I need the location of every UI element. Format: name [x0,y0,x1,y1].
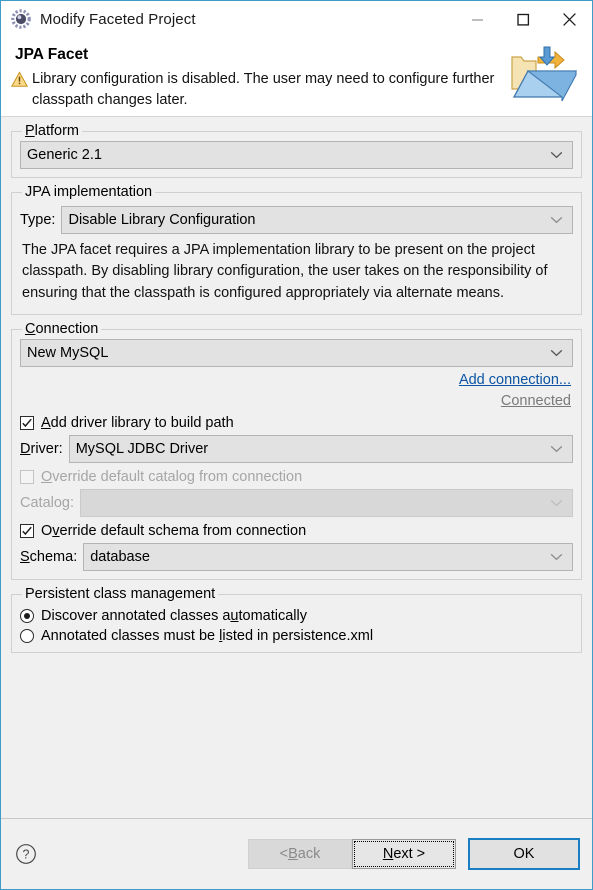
chevron-down-icon [550,495,563,511]
footer-buttons: < Back Next > OK [248,838,580,870]
faceted-project-banner-icon [506,43,580,103]
add-driver-library-checkbox[interactable] [20,416,34,431]
override-catalog-label: Override default catalog from connection [41,469,303,486]
chevron-down-icon [550,147,563,163]
override-schema-checkbox-row[interactable]: Override default schema from connection [20,523,573,539]
connection-combo[interactable]: New MySQL [20,339,573,368]
maximize-button[interactable] [500,1,546,37]
radio-discover-annotated-row[interactable]: Discover annotated classes automatically [20,608,573,624]
driver-combo[interactable]: MySQL JDBC Driver [68,435,573,464]
window-title: Modify Faceted Project [40,10,196,28]
modify-faceted-project-dialog: Modify Faceted Project JPA Facet Library… [0,0,593,890]
catalog-combo[interactable] [80,489,573,518]
jpa-implementation-group: JPA implementation Type: Disable Library… [11,184,582,316]
override-catalog-checkbox-row[interactable]: Override default catalog from connection [20,469,573,485]
jpa-type-combo[interactable]: Disable Library Configuration [61,206,573,235]
connection-combo-value: New MySQL [27,345,109,362]
jpa-type-label: Type: [20,212,56,229]
schema-row: Schema: database [20,543,573,572]
schema-combo[interactable]: database [83,543,573,572]
chevron-down-icon [550,345,563,361]
jpa-implementation-group-legend: JPA implementation [25,184,153,201]
connection-status-row: Connected [20,393,573,409]
connection-group-legend: Connection [25,321,99,338]
radio-discover-annotated-label: Discover annotated classes automatically [41,608,307,625]
add-connection-row: Add connection... [20,372,573,388]
help-question-icon[interactable]: ? [15,843,37,865]
platform-group-legend: Platform [25,123,79,140]
jpa-type-row: Type: Disable Library Configuration [20,206,573,235]
project-facets-icon [11,9,31,29]
ok-button[interactable]: OK [468,838,580,870]
catalog-row: Catalog: [20,489,573,518]
dialog-footer: ? < Back Next > OK [1,819,592,889]
dialog-body: Platform Generic 2.1 JPA implementation … [1,117,592,818]
close-button[interactable] [546,1,592,37]
override-catalog-checkbox[interactable] [20,470,34,485]
chevron-down-icon [550,212,563,228]
jpa-implementation-description: The JPA facet requires a JPA implementat… [22,242,548,301]
schema-label: Schema: [20,549,78,566]
add-driver-library-label: Add driver library to build path [41,415,234,432]
header-warning-text: Library configuration is disabled. The u… [32,71,495,108]
driver-combo-value: MySQL JDBC Driver [75,441,209,458]
override-schema-checkbox[interactable] [20,524,34,539]
minimize-button[interactable] [454,1,500,37]
driver-label: Driver: [20,441,63,458]
title-bar: Modify Faceted Project [1,1,592,37]
svg-text:?: ? [23,848,30,862]
radio-listed-in-persistence[interactable] [20,629,34,644]
warning-triangle-icon [10,71,29,88]
override-schema-label: Override default schema from connection [41,523,307,540]
radio-discover-annotated[interactable] [20,609,34,624]
add-connection-link[interactable]: Add connection... [459,372,571,388]
connection-group: Connection New MySQL Add connection... C… [11,321,582,581]
radio-listed-in-persistence-label: Annotated classes must be listed in pers… [41,628,374,645]
schema-combo-value: database [90,549,150,566]
platform-combo-value: Generic 2.1 [27,147,102,164]
chevron-down-icon [550,549,563,565]
next-button[interactable]: Next > [352,839,456,869]
catalog-label: Catalog: [20,495,75,512]
persistent-class-management-group: Persistent class management Discover ann… [11,586,582,654]
platform-group: Platform Generic 2.1 [11,123,582,179]
dialog-header: JPA Facet Library configuration is disab… [1,37,592,118]
persistent-class-management-legend: Persistent class management [25,586,216,603]
driver-row: Driver: MySQL JDBC Driver [20,435,573,464]
platform-combo[interactable]: Generic 2.1 [20,141,573,170]
header-warning-message: Library configuration is disabled. The u… [10,69,516,110]
add-driver-library-checkbox-row[interactable]: Add driver library to build path [20,415,573,431]
window-controls [454,1,592,37]
back-button[interactable]: < Back [248,839,352,869]
connection-status-link[interactable]: Connected [501,393,571,409]
radio-listed-in-persistence-row[interactable]: Annotated classes must be listed in pers… [20,628,573,644]
jpa-type-combo-value: Disable Library Configuration [68,212,256,229]
chevron-down-icon [550,441,563,457]
